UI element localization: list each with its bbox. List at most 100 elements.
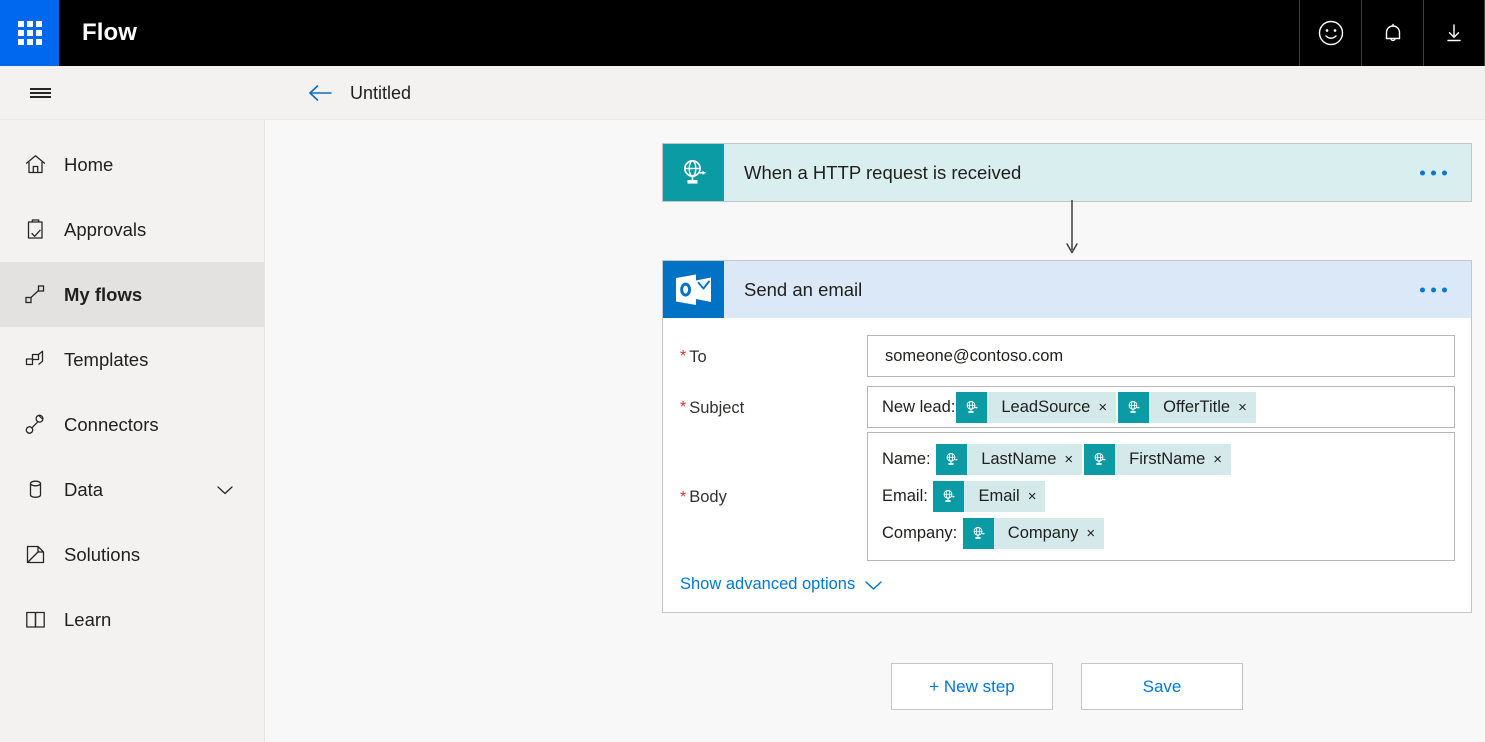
- chevron-down-icon[interactable]: [216, 484, 234, 496]
- action-card[interactable]: Send an email * To someone@contoso.com: [662, 260, 1472, 613]
- http-request-globe-icon: [663, 144, 724, 201]
- dynamic-content-icon: [963, 518, 994, 549]
- field-row-subject: * Subject New lead:: [663, 382, 1471, 432]
- body-input[interactable]: Name:: [867, 432, 1455, 561]
- notifications-bell-icon[interactable]: [1361, 0, 1423, 66]
- command-bar: Untitled: [0, 66, 1485, 120]
- app-title: Flow: [59, 0, 137, 66]
- action-card-header[interactable]: Send an email: [663, 261, 1471, 318]
- required-asterisk: *: [680, 349, 686, 365]
- required-asterisk: *: [680, 400, 686, 416]
- sidebar-item-connectors[interactable]: Connectors: [0, 392, 264, 457]
- dynamic-content-icon: [956, 392, 987, 423]
- sidebar-item-label: Templates: [56, 349, 148, 371]
- outlook-icon: [663, 261, 724, 318]
- sidebar-item-solutions[interactable]: Solutions: [0, 522, 264, 587]
- field-label-text: Body: [689, 488, 727, 507]
- page-title: Untitled: [350, 66, 411, 120]
- action-card-title: Send an email: [724, 261, 862, 318]
- flow-designer-canvas: When a HTTP request is received: [265, 120, 1485, 742]
- sidebar-item-label: Learn: [56, 609, 111, 631]
- database-icon: [14, 477, 56, 502]
- field-row-body: * Body Name:: [663, 432, 1471, 561]
- ellipsis-icon[interactable]: [1414, 279, 1453, 300]
- token-label: LeadSource: [987, 392, 1098, 423]
- close-icon[interactable]: ×: [1086, 518, 1104, 549]
- dynamic-token-email[interactable]: Email ×: [933, 481, 1045, 512]
- dynamic-token-firstname[interactable]: FirstName ×: [1084, 444, 1231, 475]
- sidebar-item-my-flows[interactable]: My flows: [0, 262, 264, 327]
- templates-icon: [14, 347, 56, 372]
- subject-input[interactable]: New lead:: [867, 386, 1455, 428]
- dynamic-token-leadsource[interactable]: LeadSource ×: [956, 392, 1116, 423]
- sidebar-item-home[interactable]: Home: [0, 132, 264, 197]
- sidebar-item-learn[interactable]: Learn: [0, 587, 264, 652]
- flow-icon: [14, 282, 56, 307]
- field-control-to: someone@contoso.com: [867, 335, 1455, 377]
- dynamic-content-icon: [933, 481, 964, 512]
- sidebar-item-data[interactable]: Data: [0, 457, 264, 522]
- sidebar-item-approvals[interactable]: Approvals: [0, 197, 264, 262]
- designer-action-buttons: + New step Save: [891, 663, 1243, 710]
- hamburger-lines: [30, 85, 51, 100]
- body-line: Name:: [882, 443, 1444, 476]
- trigger-card-header[interactable]: When a HTTP request is received: [663, 144, 1471, 201]
- dynamic-token-company[interactable]: Company ×: [963, 518, 1104, 549]
- show-advanced-options-link[interactable]: Show advanced options: [663, 561, 883, 612]
- flow-designer-page: Flow: [0, 0, 1485, 742]
- back-arrow-icon[interactable]: [303, 66, 337, 120]
- new-step-button[interactable]: + New step: [891, 663, 1053, 710]
- subject-prefix-text: New lead:: [882, 398, 955, 417]
- field-label-text: To: [689, 348, 706, 367]
- feedback-smiley-icon[interactable]: [1299, 0, 1361, 66]
- token-label: LastName: [967, 444, 1064, 475]
- sidebar: Home Approvals My flows: [0, 120, 265, 742]
- chevron-down-icon: [864, 579, 883, 591]
- token-label: FirstName: [1115, 444, 1213, 475]
- token-label: Email: [964, 481, 1027, 512]
- show-advanced-options-label: Show advanced options: [680, 575, 855, 594]
- close-icon[interactable]: ×: [1098, 392, 1116, 423]
- dynamic-token-lastname[interactable]: LastName ×: [936, 444, 1082, 475]
- field-label-subject: * Subject: [680, 397, 867, 418]
- body-line: Company:: [882, 517, 1444, 550]
- token-label: OfferTitle: [1149, 392, 1238, 423]
- close-icon[interactable]: ×: [1213, 444, 1231, 475]
- sidebar-item-label: My flows: [56, 284, 142, 306]
- connectors-icon: [14, 412, 56, 437]
- hamburger-menu-icon[interactable]: [14, 66, 66, 120]
- body-line-text: Email:: [882, 487, 932, 506]
- token-label: Company: [994, 518, 1087, 549]
- trigger-card-title: When a HTTP request is received: [724, 144, 1021, 201]
- sidebar-item-templates[interactable]: Templates: [0, 327, 264, 392]
- dynamic-content-icon: [1084, 444, 1115, 475]
- field-control-body: Name:: [867, 432, 1455, 561]
- trigger-card[interactable]: When a HTTP request is received: [662, 143, 1472, 202]
- to-input[interactable]: someone@contoso.com: [867, 335, 1455, 377]
- dynamic-token-offertitle[interactable]: OfferTitle ×: [1118, 392, 1256, 423]
- ellipsis-icon[interactable]: [1414, 162, 1453, 183]
- sidebar-item-label: Approvals: [56, 219, 146, 241]
- suite-actions: [1299, 0, 1485, 66]
- body-line-text: Name:: [882, 450, 935, 469]
- sidebar-item-label: Connectors: [56, 414, 159, 436]
- field-label-text: Subject: [689, 399, 744, 418]
- field-label-to: * To: [680, 346, 867, 367]
- sidebar-item-label: Solutions: [56, 544, 140, 566]
- suite-header-bar: Flow: [0, 0, 1485, 66]
- waffle-grid: [18, 21, 42, 45]
- save-button[interactable]: Save: [1081, 663, 1243, 710]
- close-icon[interactable]: ×: [1064, 444, 1082, 475]
- download-icon[interactable]: [1423, 0, 1485, 66]
- dynamic-content-icon: [936, 444, 967, 475]
- action-card-body: * To someone@contoso.com * Subject: [663, 318, 1471, 612]
- connector-arrow-icon: [1066, 200, 1078, 260]
- solutions-icon: [14, 542, 56, 567]
- close-icon[interactable]: ×: [1238, 392, 1256, 423]
- field-control-subject: New lead:: [867, 386, 1455, 428]
- app-launcher-waffle-icon[interactable]: [0, 0, 59, 66]
- body-line-text: Company:: [882, 524, 962, 543]
- body-line: Email:: [882, 480, 1444, 513]
- close-icon[interactable]: ×: [1028, 481, 1046, 512]
- required-asterisk: *: [680, 490, 686, 506]
